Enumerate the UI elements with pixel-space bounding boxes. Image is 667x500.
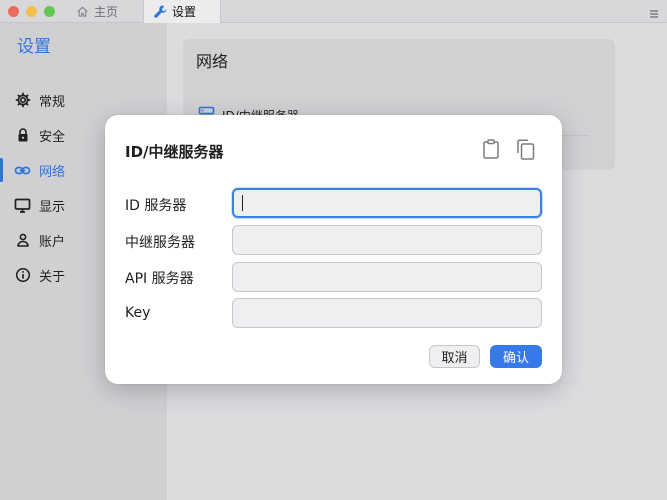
title-bar: 主页 设置 — [0, 0, 667, 23]
tab-settings[interactable]: 设置 — [143, 0, 221, 23]
zoom-window-button[interactable] — [44, 6, 55, 17]
sidebar-item-label: 关于 — [39, 269, 66, 285]
minimize-window-button[interactable] — [26, 6, 37, 17]
confirm-button[interactable]: 确认 — [490, 345, 542, 368]
info-icon — [14, 267, 31, 284]
id-server-label: ID 服务器 — [125, 198, 187, 214]
sidebar-item-label: 网络 — [39, 164, 66, 180]
user-icon — [14, 232, 31, 249]
key-label: Key — [125, 305, 151, 321]
sidebar-item-label: 常规 — [39, 94, 66, 110]
home-icon — [74, 4, 90, 20]
menu-icon[interactable] — [648, 5, 660, 18]
section-title: 网络 — [196, 52, 229, 71]
close-window-button[interactable] — [8, 6, 19, 17]
copy-icon — [516, 139, 535, 164]
paste-button[interactable] — [480, 139, 502, 163]
tab-home-label: 主页 — [94, 5, 119, 19]
lock-icon — [14, 127, 31, 144]
tab-settings-label: 设置 — [172, 5, 197, 19]
gear-icon — [14, 92, 31, 109]
monitor-icon — [14, 197, 31, 214]
cancel-button[interactable]: 取消 — [429, 345, 480, 368]
wrench-icon — [152, 4, 168, 20]
id-server-input[interactable] — [232, 188, 542, 218]
tab-home[interactable]: 主页 — [66, 0, 140, 23]
relay-server-label: 中继服务器 — [125, 235, 195, 251]
clipboard-icon — [482, 139, 500, 163]
text-cursor — [242, 195, 243, 211]
sidebar-item-label: 安全 — [39, 129, 66, 145]
link-icon — [14, 162, 31, 179]
dialog-title: ID/中继服务器 — [125, 143, 224, 161]
sidebar-title: 设置 — [17, 37, 51, 57]
key-input[interactable] — [232, 298, 542, 328]
sidebar-item-label: 显示 — [39, 199, 66, 215]
sidebar-item-label: 账户 — [39, 234, 66, 250]
sidebar-item-general[interactable]: 常规 — [0, 86, 167, 114]
relay-server-input[interactable] — [232, 225, 542, 255]
copy-button[interactable] — [514, 139, 536, 164]
server-config-dialog: ID/中继服务器 ID 服务器 中继服务器 API 服务器 Key 取消 确认 — [105, 115, 562, 384]
api-server-input[interactable] — [232, 262, 542, 292]
api-server-label: API 服务器 — [125, 271, 194, 287]
